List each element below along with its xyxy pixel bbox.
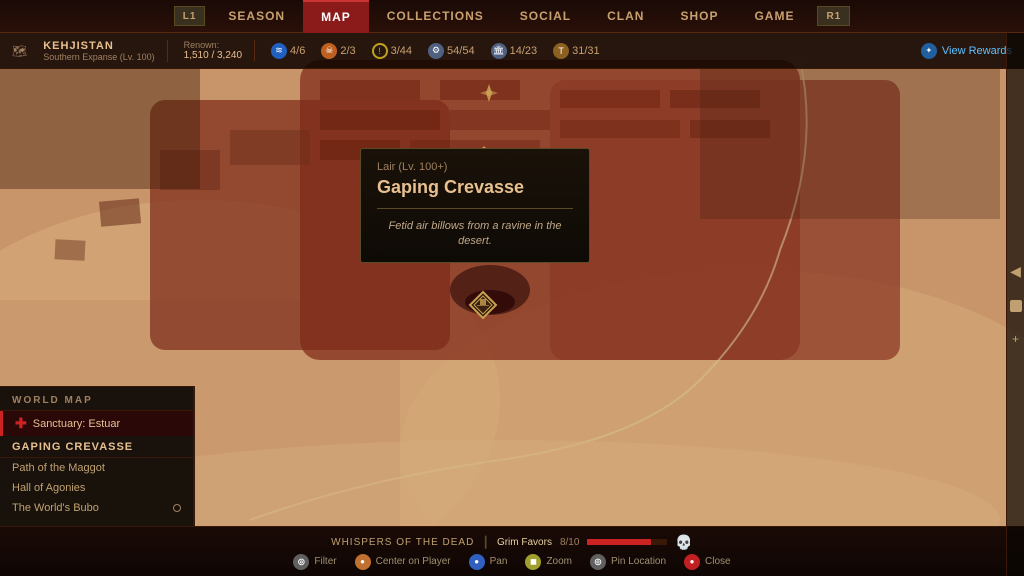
tab-map[interactable]: MAP (303, 0, 369, 33)
location-tooltip: Lair (Lv. 100+) Gaping Crevasse Fetid ai… (360, 148, 590, 263)
quest-progress-fill (587, 539, 651, 545)
sanctuary-item[interactable]: ✚ Sanctuary: Estuar (0, 411, 193, 436)
sidebar: WORLD MAP ✚ Sanctuary: Estuar GAPING CRE… (0, 386, 195, 526)
zoom-label: Zoom (546, 556, 572, 567)
scroll-down-arrow[interactable]: + (1012, 332, 1019, 346)
control-center: ● Center on Player (355, 554, 451, 570)
stat-waypoints: ≋ 4/6 (271, 43, 305, 59)
dot-indicator (173, 504, 181, 512)
quest-progress-bar (587, 539, 667, 545)
close-button[interactable]: ● (684, 554, 700, 570)
map-pin-north[interactable] (478, 82, 500, 109)
renown-label: Renown: (184, 40, 242, 50)
skull-icon: 💀 (675, 534, 692, 551)
scroll-panel: ◀ + (1006, 33, 1024, 576)
events-value: 54/54 (447, 45, 475, 57)
tab-collections[interactable]: COLLECTIONS (369, 0, 502, 33)
control-pan: ● Pan (469, 554, 508, 570)
filter-button[interactable]: ◎ (293, 554, 309, 570)
sidebar-hall-agonies[interactable]: Hall of Agonies (0, 478, 193, 498)
pan-button[interactable]: ● (469, 554, 485, 570)
bottom-bar: WHISPERS OF THE DEAD ┃ Grim Favors 8/10 … (0, 526, 1024, 576)
tab-social[interactable]: SOCIAL (502, 0, 589, 33)
cellars-icon: 🏛 (491, 43, 507, 59)
trophies-icon: T (553, 43, 569, 59)
map-icon: 🗺 (12, 44, 27, 58)
scroll-up-arrow[interactable]: ◀ (1010, 263, 1021, 280)
quest-progress: 8/10 (560, 537, 579, 548)
tab-shop[interactable]: SHOP (662, 0, 736, 33)
quests-icon: ! (372, 43, 388, 59)
rb-button[interactable]: R1 (817, 6, 850, 26)
pin-label: Pin Location (611, 556, 666, 567)
waypoints-icon: ≋ (271, 43, 287, 59)
dungeons-value: 2/3 (340, 45, 355, 57)
view-rewards-button[interactable]: ✦ View Rewards (921, 43, 1012, 59)
pin-button[interactable]: ◎ (590, 554, 606, 570)
close-label: Close (705, 556, 731, 567)
dungeons-icon: ☠ (321, 43, 337, 59)
renown-info: Renown: 1,510 / 3,240 (184, 40, 255, 61)
control-close: ● Close (684, 554, 731, 570)
map-pin-lair-bottom[interactable] (468, 290, 498, 325)
view-rewards-label: View Rewards (942, 45, 1012, 57)
rewards-icon: ✦ (921, 43, 937, 59)
zoom-button[interactable]: ◼ (525, 554, 541, 570)
pan-label: Pan (490, 556, 508, 567)
tab-season[interactable]: SEASON (210, 0, 303, 33)
control-filter: ◎ Filter (293, 554, 336, 570)
card-title: Gaping Crevasse (377, 177, 573, 198)
control-pin: ◎ Pin Location (590, 554, 666, 570)
stat-cellars: 🏛 14/23 (491, 43, 538, 59)
trophies-value: 31/31 (572, 45, 600, 57)
controls-bar: ◎ Filter ● Center on Player ● Pan ◼ Zoom… (293, 554, 730, 570)
stat-events: ⚙ 54/54 (428, 43, 475, 59)
top-navigation: L1 SEASON MAP COLLECTIONS SOCIAL CLAN SH… (0, 0, 1024, 33)
quest-task: Grim Favors (497, 537, 552, 548)
sanctuary-label: Sanctuary: Estuar (33, 418, 120, 430)
tab-clan[interactable]: CLAN (589, 0, 662, 33)
quests-value: 3/44 (391, 45, 412, 57)
scroll-handle[interactable] (1010, 300, 1022, 312)
tab-game[interactable]: GAME (736, 0, 812, 33)
sidebar-path-maggot[interactable]: Path of the Maggot (0, 458, 193, 478)
location-header: GAPING CREVASSE (0, 436, 193, 458)
center-label: Center on Player (376, 556, 451, 567)
quest-tracker: WHISPERS OF THE DEAD ┃ Grim Favors 8/10 … (331, 534, 693, 551)
world-map-header: WORLD MAP (0, 387, 193, 411)
region-name: KEHJISTAN (43, 40, 154, 52)
card-divider (377, 208, 573, 209)
control-zoom: ◼ Zoom (525, 554, 572, 570)
region-sub: Southern Expanse (Lv. 100) (43, 52, 154, 62)
quest-name: WHISPERS OF THE DEAD (331, 537, 474, 548)
header-bar: 🗺 KEHJISTAN Southern Expanse (Lv. 100) R… (0, 33, 1024, 69)
region-info: KEHJISTAN Southern Expanse (Lv. 100) (43, 40, 167, 62)
filter-label: Filter (314, 556, 336, 567)
cross-icon: ✚ (15, 415, 27, 432)
worlds-bubo-label: The World's Bubo (12, 502, 99, 514)
events-icon: ⚙ (428, 43, 444, 59)
sidebar-worlds-bubo[interactable]: The World's Bubo (0, 498, 193, 518)
lb-button[interactable]: L1 (174, 6, 206, 26)
stat-dungeons: ☠ 2/3 (321, 43, 355, 59)
stat-trophies: T 31/31 (553, 43, 600, 59)
waypoints-value: 4/6 (290, 45, 305, 57)
card-subtitle: Lair (Lv. 100+) (377, 161, 573, 173)
card-description: Fetid air billows from a ravine in the d… (377, 219, 573, 250)
stat-quests: ! 3/44 (372, 43, 412, 59)
center-button[interactable]: ● (355, 554, 371, 570)
quest-separator: ┃ (482, 536, 489, 549)
cellars-value: 14/23 (510, 45, 538, 57)
renown-value: 1,510 / 3,240 (184, 50, 242, 61)
